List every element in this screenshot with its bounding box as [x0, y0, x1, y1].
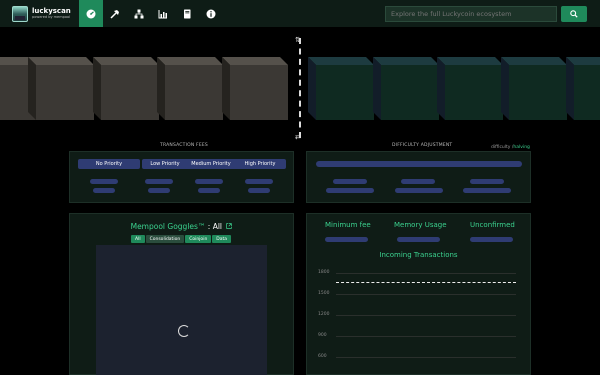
unconfirmed-skeleton	[470, 237, 513, 242]
chart-icon	[158, 9, 167, 18]
nav-mining[interactable]	[103, 0, 127, 27]
difficulty-adjustment-panel	[306, 151, 531, 203]
search-button[interactable]	[561, 6, 587, 22]
mined-block[interactable]	[93, 57, 159, 120]
y-axis-tick: 1500	[318, 291, 330, 296]
nav-lightning-nodes[interactable]	[127, 0, 151, 27]
minimum-fee-skeleton	[325, 237, 368, 242]
fee-fiat-skeleton	[148, 188, 170, 193]
grid-line	[336, 273, 516, 274]
fee-header-high-priority: High Priority	[236, 159, 284, 169]
search-icon	[570, 10, 578, 18]
fees-section-title: TRANSACTION FEES	[160, 143, 208, 148]
difficulty-stat-skeleton	[333, 179, 367, 184]
nav-dashboard[interactable]	[79, 0, 103, 27]
pending-block[interactable]	[308, 57, 374, 120]
fee-fiat-skeleton	[248, 188, 270, 193]
goggles-filter-tabs: All Consolidation Coinjoin Data	[131, 235, 232, 243]
y-axis-tick: 1200	[318, 312, 330, 317]
difficulty-stat-skeleton	[463, 188, 511, 193]
fee-value-skeleton	[195, 179, 223, 184]
nav-docs[interactable]	[175, 0, 199, 27]
y-axis-tick: 1800	[318, 270, 330, 275]
pending-block[interactable]	[437, 57, 503, 120]
network-icon	[134, 9, 144, 18]
transaction-fees-panel: No Priority Low Priority Medium Priority…	[69, 151, 294, 203]
pending-block[interactable]	[566, 57, 600, 120]
pending-block[interactable]	[373, 57, 439, 120]
info-icon	[206, 9, 216, 18]
mined-block[interactable]	[28, 57, 94, 120]
unconfirmed-label: Unconfirmed	[470, 221, 515, 229]
grid-line	[336, 315, 516, 316]
difficulty-progress-skeleton	[316, 161, 522, 167]
memory-usage-skeleton	[397, 237, 440, 242]
tab-data[interactable]: Data	[212, 235, 232, 243]
tachometer-icon	[86, 9, 96, 18]
grid-line	[336, 294, 516, 295]
pending-block[interactable]	[501, 57, 567, 120]
grid-line	[336, 357, 516, 358]
y-axis-tick: 600	[318, 354, 327, 359]
tab-all[interactable]: All	[131, 235, 145, 243]
top-navbar: luckyscan powered by mempool	[0, 0, 600, 27]
mined-block[interactable]	[157, 57, 223, 120]
nav-graphs[interactable]	[151, 0, 175, 27]
logo-icon	[12, 6, 28, 22]
book-icon	[184, 9, 191, 18]
blocks-divider	[299, 38, 301, 138]
fee-fiat-skeleton	[198, 188, 220, 193]
brand-title: luckyscan	[32, 7, 71, 16]
difficulty-section-title: DIFFICULTY ADJUSTMENT	[392, 143, 453, 148]
fee-header-medium-priority: Medium Priority	[188, 159, 234, 169]
brand-logo[interactable]: luckyscan powered by mempool	[12, 5, 82, 23]
loading-spinner-icon	[178, 325, 190, 337]
memory-usage-label: Memory Usage	[394, 221, 447, 229]
grid-line	[336, 336, 516, 337]
fee-header-low-priority: Low Priority	[144, 159, 186, 169]
incoming-tx-limit-line	[336, 282, 516, 283]
hammer-icon	[110, 9, 119, 19]
main-nav	[79, 0, 223, 27]
difficulty-toggle[interactable]: difficulty /halving	[491, 145, 530, 150]
mempool-block-visualization[interactable]	[96, 245, 267, 375]
fee-value-skeleton	[245, 179, 273, 184]
difficulty-stat-skeleton	[470, 179, 504, 184]
fee-header-no-priority: No Priority	[78, 159, 140, 169]
search-input[interactable]	[385, 6, 557, 22]
swap-arrows-icon[interactable]: ⇄	[295, 133, 301, 141]
external-link-icon[interactable]	[226, 223, 233, 229]
difficulty-stat-skeleton	[395, 188, 443, 193]
fee-value-skeleton	[90, 179, 118, 184]
fee-value-skeleton	[145, 179, 173, 184]
brand-subtitle: powered by mempool	[32, 15, 71, 20]
difficulty-stat-skeleton	[401, 179, 435, 184]
mined-block[interactable]	[222, 57, 288, 120]
tab-coinjoin[interactable]: Coinjoin	[185, 235, 212, 243]
y-axis-tick: 900	[318, 333, 327, 338]
tab-consolidation[interactable]: Consolidation	[145, 235, 185, 243]
incoming-transactions-title: Incoming Transactions	[379, 251, 458, 259]
fee-fiat-skeleton	[93, 188, 115, 193]
minimum-fee-label: Minimum fee	[325, 221, 371, 229]
difficulty-stat-skeleton	[326, 188, 374, 193]
nav-about[interactable]	[199, 0, 223, 27]
